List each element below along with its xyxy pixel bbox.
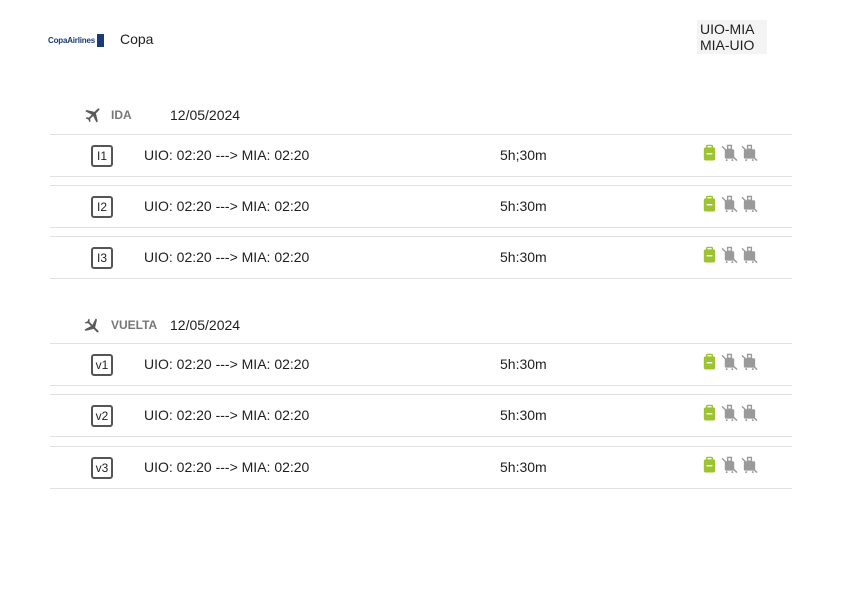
header: CopaAirlines Copa UIO-MIA MIA-UIO: [0, 0, 842, 80]
flight-route: UIO: 02:20 ---> MIA: 02:20: [144, 407, 310, 423]
flight-row[interactable]: I2 UIO: 02:20 ---> MIA: 02:20 5h:30m: [50, 185, 792, 228]
carry-on-bag-icon: [721, 404, 738, 422]
airplane-departure-icon: [85, 108, 100, 123]
section-ida-label: IDA: [111, 108, 132, 122]
flight-row[interactable]: I1 UIO: 02:20 ---> MIA: 02:20 5h;30m: [50, 134, 792, 177]
flight-duration: 5h:30m: [500, 459, 547, 475]
flight-code-badge: v2: [91, 405, 113, 427]
flight-row[interactable]: I3 UIO: 02:20 ---> MIA: 02:20 5h:30m: [50, 236, 792, 279]
backpack-icon: [703, 246, 716, 263]
carry-on-bag-icon: [721, 456, 738, 474]
flight-route: UIO: 02:20 ---> MIA: 02:20: [144, 198, 310, 214]
route-outbound: UIO-MIA: [700, 21, 755, 37]
section-vuelta-date: 12/05/2024: [170, 317, 241, 333]
checked-bag-icon: [741, 353, 758, 371]
flight-code-badge: I3: [91, 247, 113, 269]
carry-on-bag-icon: [721, 144, 738, 162]
copa-airlines-logo: CopaAirlines: [48, 32, 104, 48]
flight-route: UIO: 02:20 ---> MIA: 02:20: [144, 459, 310, 475]
backpack-icon: [703, 353, 716, 370]
flight-route: UIO: 02:20 ---> MIA: 02:20: [144, 356, 310, 372]
baggage-icons: [701, 195, 761, 213]
flight-duration: 5h:30m: [500, 407, 547, 423]
flight-code-badge: I2: [91, 196, 113, 218]
flight-duration: 5h:30m: [500, 356, 547, 372]
carry-on-bag-icon: [721, 246, 738, 264]
section-vuelta-header: VUELTA 12/05/2024: [82, 315, 240, 335]
backpack-icon: [703, 456, 716, 473]
checked-bag-icon: [741, 195, 758, 213]
logo-mark-icon: [96, 33, 104, 47]
logo-text: CopaAirlines: [48, 35, 95, 45]
baggage-icons: [701, 353, 761, 371]
baggage-icons: [701, 144, 761, 162]
airplane-return-icon: [84, 318, 99, 333]
checked-bag-icon: [741, 404, 758, 422]
checked-bag-icon: [741, 246, 758, 264]
section-vuelta-label: VUELTA: [111, 318, 158, 332]
flight-route: UIO: 02:20 ---> MIA: 02:20: [144, 249, 310, 265]
backpack-icon: [703, 195, 716, 212]
backpack-icon: [703, 144, 716, 161]
airline-name: Copa: [120, 31, 154, 47]
flight-row[interactable]: v2 UIO: 02:20 ---> MIA: 02:20 5h:30m: [50, 394, 792, 437]
section-ida-date: 12/05/2024: [170, 107, 241, 123]
route-return: MIA-UIO: [700, 37, 755, 53]
baggage-icons: [701, 456, 761, 474]
baggage-icons: [701, 404, 761, 422]
backpack-icon: [703, 404, 716, 421]
flight-code-badge: v1: [91, 354, 113, 376]
baggage-icons: [701, 246, 761, 264]
flight-route: UIO: 02:20 ---> MIA: 02:20: [144, 147, 310, 163]
flight-duration: 5h:30m: [500, 249, 547, 265]
flight-code-badge: I1: [91, 145, 113, 167]
section-ida-header: IDA 12/05/2024: [82, 105, 240, 125]
carry-on-bag-icon: [721, 353, 738, 371]
checked-bag-icon: [741, 456, 758, 474]
flight-code-badge: v3: [91, 457, 113, 479]
flight-row[interactable]: v3 UIO: 02:20 ---> MIA: 02:20 5h:30m: [50, 446, 792, 489]
route-summary: UIO-MIA MIA-UIO: [697, 20, 767, 54]
carry-on-bag-icon: [721, 195, 738, 213]
flight-duration: 5h:30m: [500, 198, 547, 214]
flight-row[interactable]: v1 UIO: 02:20 ---> MIA: 02:20 5h:30m: [50, 343, 792, 386]
flight-duration: 5h;30m: [500, 147, 547, 163]
checked-bag-icon: [741, 144, 758, 162]
